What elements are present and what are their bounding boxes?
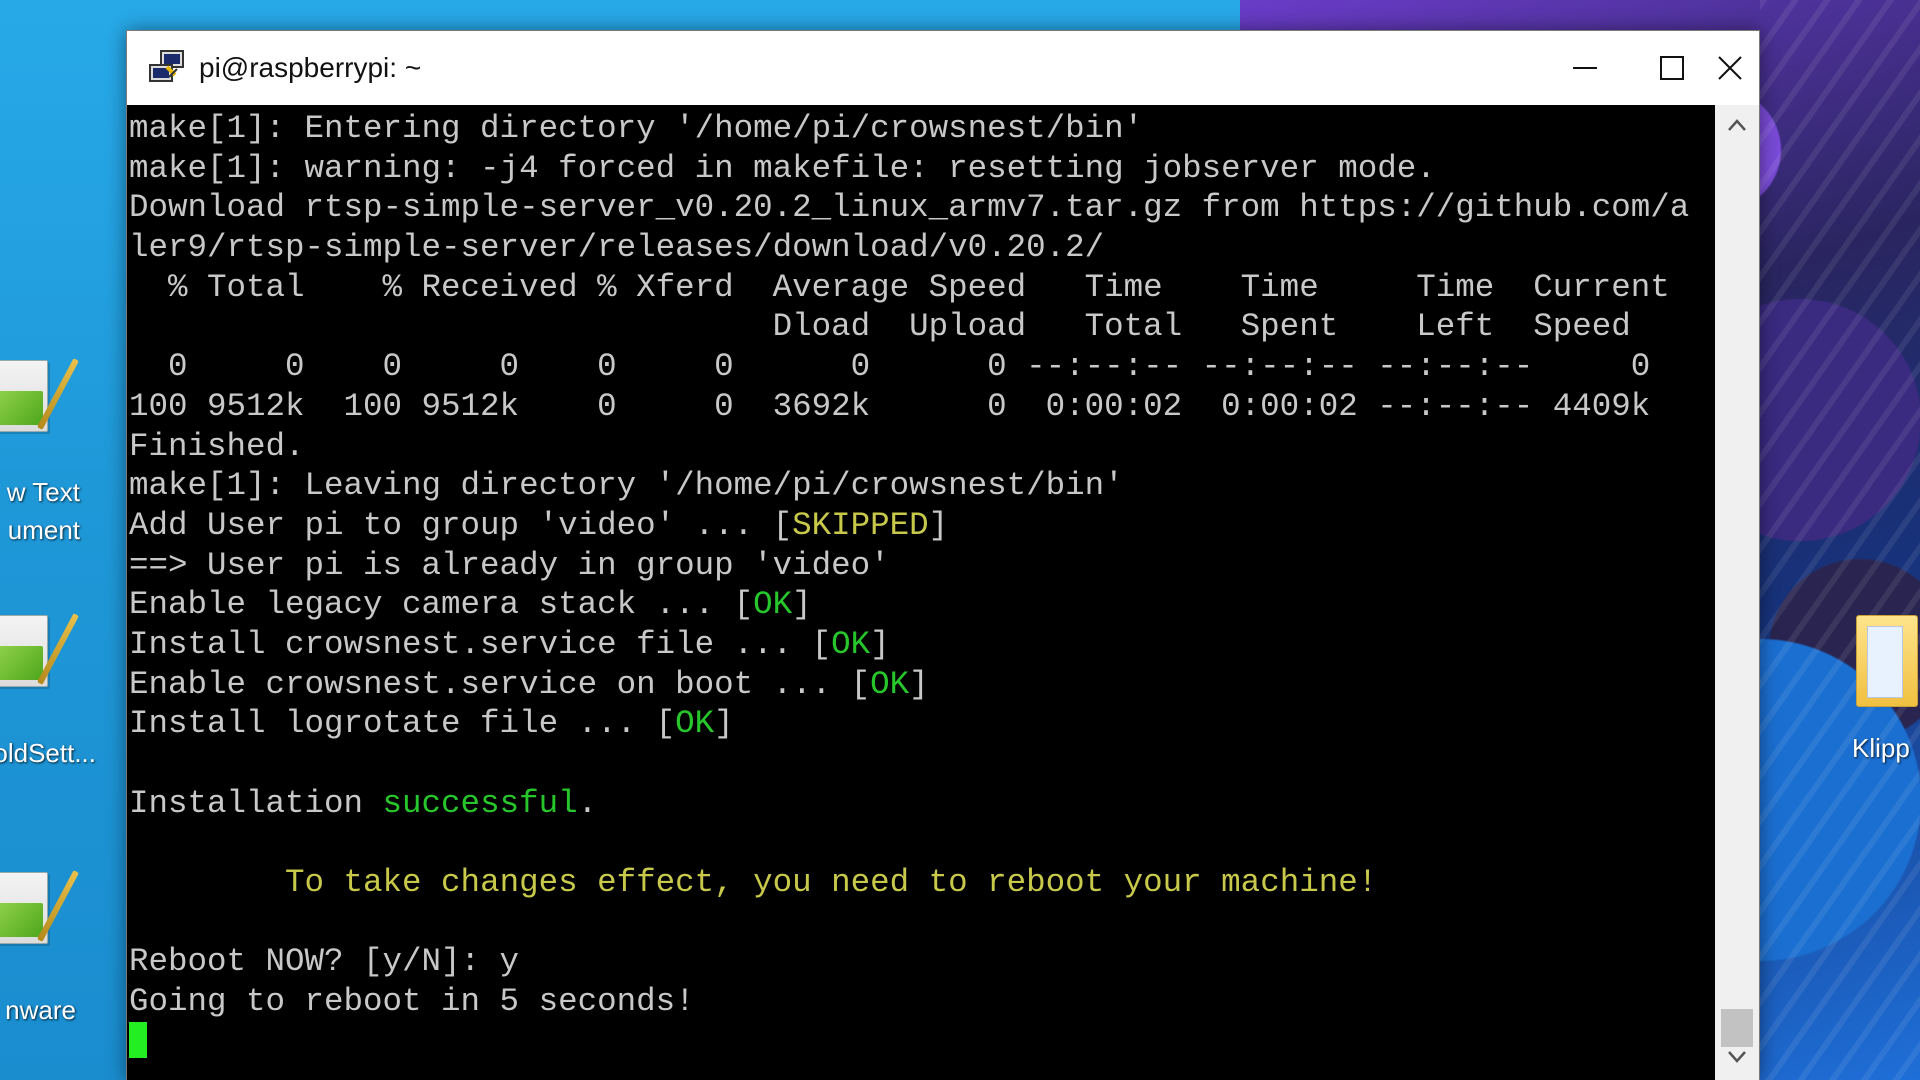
desktop-icon-label: oldSett... (0, 738, 96, 768)
minimize-button[interactable] (1527, 31, 1643, 105)
terminal-area[interactable]: make[1]: Entering directory '/home/pi/cr… (127, 105, 1715, 1080)
scroll-down-button[interactable] (1715, 1037, 1759, 1080)
terminal-status-warn: SKIPPED (792, 506, 929, 544)
maximize-icon (1659, 55, 1685, 81)
terminal-text: ] (714, 705, 734, 743)
terminal-text: 0 0 0 0 0 0 0 0 --:--:-- --:--:-- --:--:… (129, 348, 1651, 386)
terminal-text: Enable crowsnest.service on boot ... [ (129, 665, 871, 703)
terminal-text: ] (928, 506, 949, 544)
terminal-prompt-line (129, 1021, 1689, 1062)
terminal-line: Finished. (129, 427, 1689, 467)
terminal-text: Enable legacy camera stack ... [ (129, 586, 754, 624)
terminal-text: Finished. (129, 427, 305, 465)
terminal-text: ] (909, 665, 929, 703)
terminal-window[interactable]: pi@raspberrypi: ~ make[1]: Entering dire… (126, 30, 1760, 1080)
terminal-line: To take changes effect, you need to rebo… (129, 863, 1689, 903)
terminal-status-ok: successful (382, 784, 578, 822)
terminal-text: Add User pi to group 'video' ... [ (129, 506, 793, 544)
vertical-scrollbar[interactable] (1715, 105, 1759, 1080)
terminal-text: Reboot NOW? [y/N]: y (129, 943, 520, 981)
terminal-line: % Total % Received % Xferd Average Speed… (129, 268, 1689, 308)
desktop-icon-klipper[interactable]: Klipp (1840, 615, 1920, 775)
window-title: pi@raspberrypi: ~ (199, 52, 422, 83)
chevron-down-icon (1727, 1050, 1747, 1069)
desktop-icon-label: w Text (6, 477, 80, 507)
terminal-text: make[1]: Entering directory '/home/pi/cr… (129, 110, 1144, 147)
notepad-icon (0, 872, 48, 944)
terminal-status-ok: OK (675, 705, 715, 743)
terminal-text: ler9/rtsp-simple-server/releases/downloa… (129, 229, 1105, 267)
terminal-line: ==> User pi is already in group 'video' (129, 546, 1689, 586)
terminal-status-warn: To take changes effect, you need to rebo… (285, 864, 1378, 902)
terminal-line: Add User pi to group 'video' ... [SKIPPE… (129, 506, 1689, 546)
terminal-line: make[1]: Leaving directory '/home/pi/cro… (129, 466, 1689, 506)
scroll-up-button[interactable] (1715, 105, 1759, 149)
terminal-status-ok: OK (753, 586, 793, 624)
terminal-line: Install crowsnest.service file ... [OK] (129, 625, 1689, 665)
terminal-text: % Total % Received % Xferd Average Speed… (129, 268, 1670, 306)
desktop-icon-oldsettings[interactable]: oldSett... (0, 615, 110, 775)
terminal-text: ] (870, 625, 890, 663)
desktop-icon-new-text-document[interactable]: w Text ument (0, 360, 110, 550)
terminal-line: Enable crowsnest.service on boot ... [OK… (129, 665, 1689, 705)
close-icon (1716, 54, 1744, 82)
terminal-cursor (129, 1021, 147, 1058)
terminal-text: . (577, 784, 598, 822)
terminal-text: Installation (129, 784, 383, 822)
terminal-text: Download rtsp-simple-server_v0.20.2_linu… (129, 189, 1690, 227)
terminal-status-ok: OK (870, 665, 910, 703)
terminal-line: make[1]: Entering directory '/home/pi/cr… (129, 109, 1689, 149)
terminal-text: Install logrotate file ... [ (129, 705, 676, 743)
terminal-line: Download rtsp-simple-server_v0.20.2_linu… (129, 188, 1689, 228)
notepad-icon (0, 615, 48, 687)
minimize-icon (1571, 54, 1599, 82)
terminal-text: Install crowsnest.service file ... [ (129, 625, 832, 663)
terminal-status-ok: OK (831, 625, 871, 663)
terminal-line: 0 0 0 0 0 0 0 0 --:--:-- --:--:-- --:--:… (129, 347, 1689, 387)
title-bar[interactable]: pi@raspberrypi: ~ (127, 31, 1759, 105)
desktop-icon-label: nware (5, 995, 76, 1025)
terminal-text: ==> User pi is already in group 'video' (129, 546, 890, 584)
terminal-text: 100 9512k 100 9512k 0 0 3692k 0 0:00:02 … (129, 387, 1651, 425)
terminal-line: 100 9512k 100 9512k 0 0 3692k 0 0:00:02 … (129, 387, 1689, 427)
terminal-line: make[1]: warning: -j4 forced in makefile… (129, 149, 1689, 189)
terminal-line: Dload Upload Total Spent Left Speed (129, 307, 1689, 347)
terminal-text: Dload Upload Total Spent Left Speed (129, 308, 1631, 346)
maximize-button[interactable] (1643, 31, 1701, 105)
terminal-text: Going to reboot in 5 seconds! (129, 983, 695, 1021)
desktop-icon-label: Klipp (1852, 733, 1910, 763)
close-button[interactable] (1701, 31, 1759, 105)
notepad-icon (0, 360, 48, 432)
chevron-up-icon (1727, 118, 1747, 137)
terminal-line: Install logrotate file ... [OK] (129, 704, 1689, 744)
terminal-text: make[1]: warning: -j4 forced in makefile… (129, 149, 1436, 187)
terminal-line: Going to reboot in 5 seconds! (129, 982, 1689, 1022)
folder-icon (1856, 615, 1918, 707)
terminal-text: ] (792, 586, 812, 624)
terminal-line: ler9/rtsp-simple-server/releases/downloa… (129, 228, 1689, 268)
terminal-line: Reboot NOW? [y/N]: y (129, 942, 1689, 982)
terminal-line: Installation successful. (129, 784, 1689, 824)
desktop-icon-label: ument (7, 515, 80, 545)
terminal-text: make[1]: Leaving directory '/home/pi/cro… (129, 467, 1124, 505)
terminal-output: make[1]: Entering directory '/home/pi/cr… (129, 109, 1689, 1062)
putty-icon[interactable] (147, 49, 187, 89)
terminal-line: Enable legacy camera stack ... [OK] (129, 585, 1689, 625)
desktop-icon-firmware[interactable]: nware (0, 872, 110, 1032)
